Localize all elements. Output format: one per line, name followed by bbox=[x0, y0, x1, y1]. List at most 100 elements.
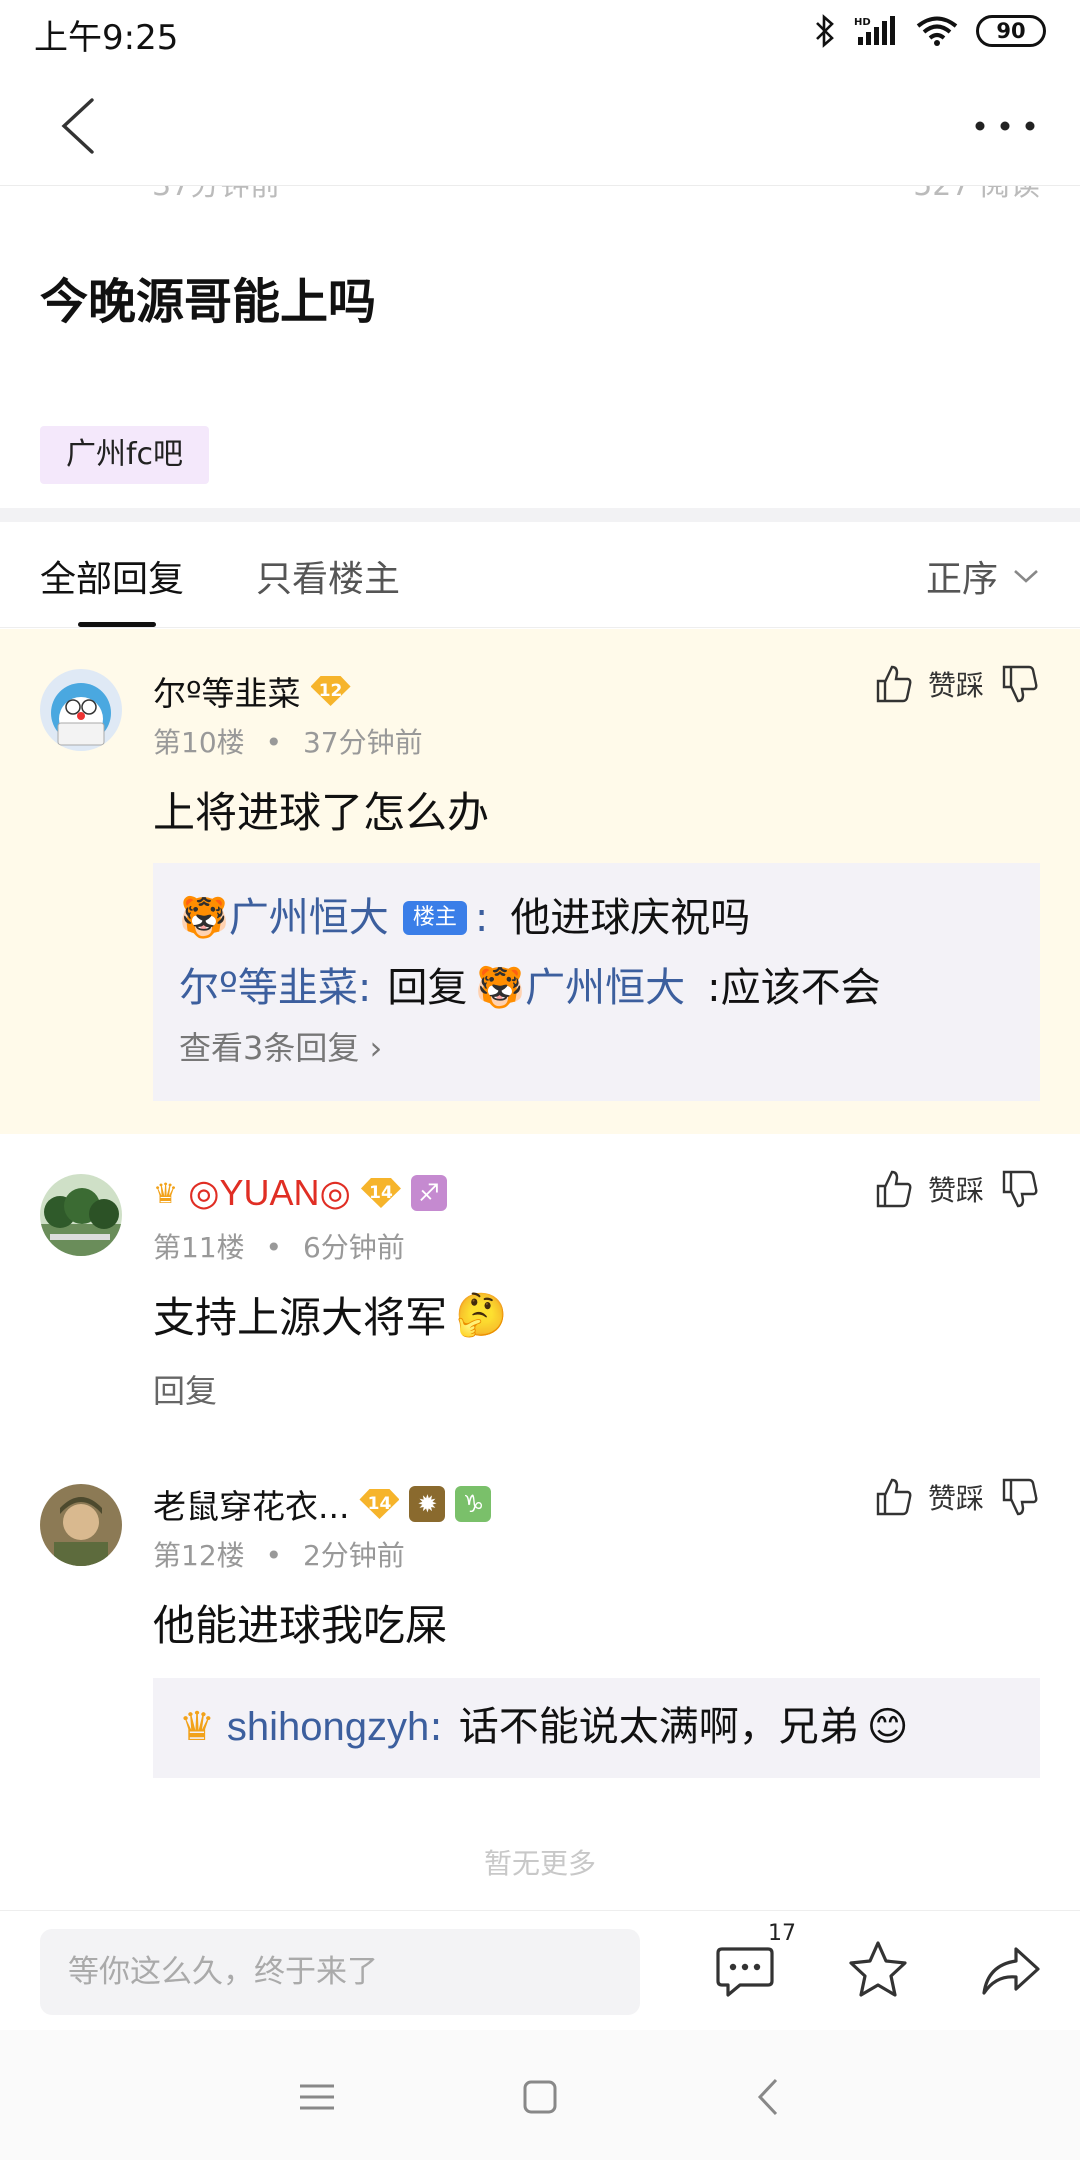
thumbs-down-icon[interactable] bbox=[998, 1476, 1040, 1518]
sub-replies-box[interactable]: ♛ shihongzyh : 话不能说太满啊，兄弟 😊 bbox=[153, 1678, 1040, 1778]
more-options-icon[interactable] bbox=[970, 106, 1040, 146]
op-badge: 楼主 bbox=[402, 901, 467, 935]
thumbs-down-icon[interactable] bbox=[998, 663, 1040, 705]
username[interactable]: 老鼠穿花衣... 14 ✹ ♑ bbox=[153, 1480, 492, 1528]
sort-order-dropdown[interactable]: 正序 bbox=[926, 550, 1040, 602]
reply-item[interactable]: ♛ ◎YUAN◎ 14 ♐ 第11楼 • 6分钟前 赞踩 支持上源大将军 🤔 回… bbox=[0, 1134, 1080, 1434]
comment-input[interactable] bbox=[40, 1929, 640, 2015]
sub-replies-box[interactable]: 🐯 广州恒大 楼主 : 他进球庆祝吗 尔º等韭菜 : 回复 🐯 广州恒大 :应该… bbox=[153, 863, 1040, 1101]
menu-icon[interactable] bbox=[292, 2072, 342, 2122]
share-icon[interactable] bbox=[976, 1935, 1046, 2005]
star-icon[interactable] bbox=[843, 1935, 913, 2005]
post-title: 今晚源哥能上吗 bbox=[40, 274, 377, 330]
thumbs-up-icon[interactable] bbox=[872, 1168, 914, 1210]
avatar[interactable] bbox=[40, 1484, 122, 1566]
reply-button[interactable]: 回复 bbox=[153, 1366, 217, 1412]
sort-label: 正序 bbox=[925, 559, 998, 600]
floor-number: 第12楼 bbox=[153, 1539, 245, 1572]
tiger-avatar-icon: 🐯 bbox=[475, 965, 526, 1011]
author-row-partial: 37分钟前 527 阅读 bbox=[0, 186, 1080, 206]
reply-target-user[interactable]: 广州恒大 bbox=[525, 953, 685, 1023]
reply-content: 上将进球了怎么办 bbox=[153, 788, 490, 837]
thumbs-down-icon[interactable] bbox=[998, 1168, 1040, 1210]
status-time: 上午9:25 bbox=[34, 18, 179, 58]
crown-icon: ♛ bbox=[153, 1176, 179, 1210]
meta-separator: • bbox=[265, 1539, 283, 1572]
sub-reply-text: 话不能说太满啊，兄弟 bbox=[458, 1704, 859, 1750]
bluetooth-icon bbox=[816, 14, 834, 48]
back-arrow-icon[interactable] bbox=[52, 96, 112, 156]
tab-all-replies[interactable]: 全部回复 bbox=[40, 550, 184, 602]
sub-reply-line: 🐯 广州恒大 楼主 : 他进球庆祝吗 bbox=[179, 883, 1014, 953]
username-text: ◎YUAN◎ bbox=[188, 1172, 351, 1213]
level-badge: 14 bbox=[359, 1489, 400, 1519]
chevron-right-icon: › bbox=[369, 1029, 383, 1067]
meta-separator: • bbox=[265, 1231, 283, 1264]
username[interactable]: 尔º等韭菜 12 bbox=[153, 667, 351, 715]
reply-meta: 第11楼 • 6分钟前 bbox=[153, 1226, 405, 1266]
tiger-avatar-icon: 🐯 bbox=[179, 895, 229, 941]
vote-actions: 赞踩 bbox=[872, 1168, 1040, 1210]
reply-item[interactable]: 尔º等韭菜 12 第10楼 • 37分钟前 赞踩 上将进球了怎么办 🐯 广州恒大… bbox=[0, 629, 1080, 1134]
chevron-down-icon bbox=[1014, 570, 1038, 583]
sub-reply-user[interactable]: 广州恒大 bbox=[229, 883, 389, 953]
reply-meta: 第10楼 • 37分钟前 bbox=[153, 721, 423, 761]
view-more-replies-link[interactable]: 查看3条回复 › bbox=[179, 1023, 1014, 1073]
reply-item[interactable]: 老鼠穿花衣... 14 ✹ ♑ 第12楼 • 2分钟前 赞踩 他能进球我吃屎 ♛… bbox=[0, 1434, 1080, 1814]
battery-indicator: 90 bbox=[976, 15, 1046, 47]
comment-count: 17 bbox=[768, 1921, 796, 1946]
sub-reply-line: ♛ shihongzyh : 话不能说太满啊，兄弟 😊 bbox=[179, 1692, 1014, 1762]
username-text: 尔º等韭菜 bbox=[153, 674, 301, 713]
sub-reply-colon: : bbox=[357, 965, 372, 1011]
top-navbar bbox=[0, 66, 1080, 186]
bottom-action-bar: 17 bbox=[0, 1910, 1080, 2030]
vote-label: 赞踩 bbox=[927, 1482, 984, 1515]
reply-time: 2分钟前 bbox=[302, 1539, 405, 1572]
reply-content-text: 支持上源大将军 bbox=[153, 1293, 448, 1342]
smile-emoji-icon: 😊 bbox=[866, 1704, 909, 1750]
tab-author-only[interactable]: 只看楼主 bbox=[256, 550, 400, 602]
vote-label: 赞踩 bbox=[927, 669, 984, 702]
vote-actions: 赞踩 bbox=[872, 663, 1040, 705]
floor-number: 第10楼 bbox=[153, 726, 245, 759]
thinking-emoji-icon: 🤔 bbox=[455, 1289, 508, 1339]
sub-reply-user[interactable]: 尔º等韭菜 bbox=[179, 953, 358, 1023]
avatar[interactable] bbox=[40, 669, 122, 751]
sagittarius-icon: ♐ bbox=[410, 1175, 447, 1211]
sub-reply-user[interactable]: shihongzyh bbox=[227, 1692, 429, 1762]
capricorn-icon: ♑ bbox=[455, 1486, 492, 1522]
system-navigation-bar bbox=[0, 2030, 1080, 2160]
post-time: 37分钟前 bbox=[152, 186, 280, 204]
sub-reply-colon: : bbox=[429, 1704, 443, 1750]
sub-reply-text: :应该不会 bbox=[707, 965, 881, 1011]
member-badge-icon: ✹ bbox=[409, 1486, 446, 1522]
reply-meta: 第12楼 • 2分钟前 bbox=[153, 1534, 405, 1574]
read-count: 527 阅读 bbox=[913, 186, 1040, 204]
system-back-icon[interactable] bbox=[744, 2072, 794, 2122]
svg-text:HD: HD bbox=[854, 17, 871, 28]
sub-reply-line: 尔º等韭菜 : 回复 🐯 广州恒大 :应该不会 bbox=[179, 953, 1014, 1023]
reply-to-label: 回复 bbox=[387, 965, 468, 1011]
reply-time: 6分钟前 bbox=[302, 1231, 405, 1264]
meta-separator: • bbox=[265, 726, 283, 759]
wifi-icon bbox=[916, 16, 958, 46]
level-badge: 12 bbox=[310, 676, 351, 706]
thumbs-up-icon[interactable] bbox=[872, 1476, 914, 1518]
active-tab-indicator bbox=[78, 622, 156, 627]
avatar[interactable] bbox=[40, 1174, 122, 1256]
reply-tabs: 全部回复 只看楼主 正序 bbox=[0, 522, 1080, 628]
status-bar: 上午9:25 HD 90 bbox=[0, 0, 1080, 66]
forum-tag[interactable]: 广州fc吧 bbox=[40, 426, 210, 484]
sub-reply-colon: : bbox=[474, 895, 489, 941]
vote-actions: 赞踩 bbox=[872, 1476, 1040, 1518]
floor-number: 第11楼 bbox=[153, 1231, 245, 1264]
thumbs-up-icon[interactable] bbox=[872, 663, 914, 705]
crown-icon: ♛ bbox=[179, 1704, 215, 1750]
signal-icon: HD bbox=[854, 16, 895, 45]
section-divider bbox=[0, 508, 1080, 522]
view-more-label: 查看3条回复 bbox=[179, 1029, 360, 1067]
reply-content: 支持上源大将军 🤔 bbox=[153, 1284, 507, 1345]
level-badge: 14 bbox=[360, 1178, 401, 1208]
username[interactable]: ♛ ◎YUAN◎ 14 ♐ bbox=[153, 1172, 447, 1214]
home-icon[interactable] bbox=[515, 2072, 565, 2122]
